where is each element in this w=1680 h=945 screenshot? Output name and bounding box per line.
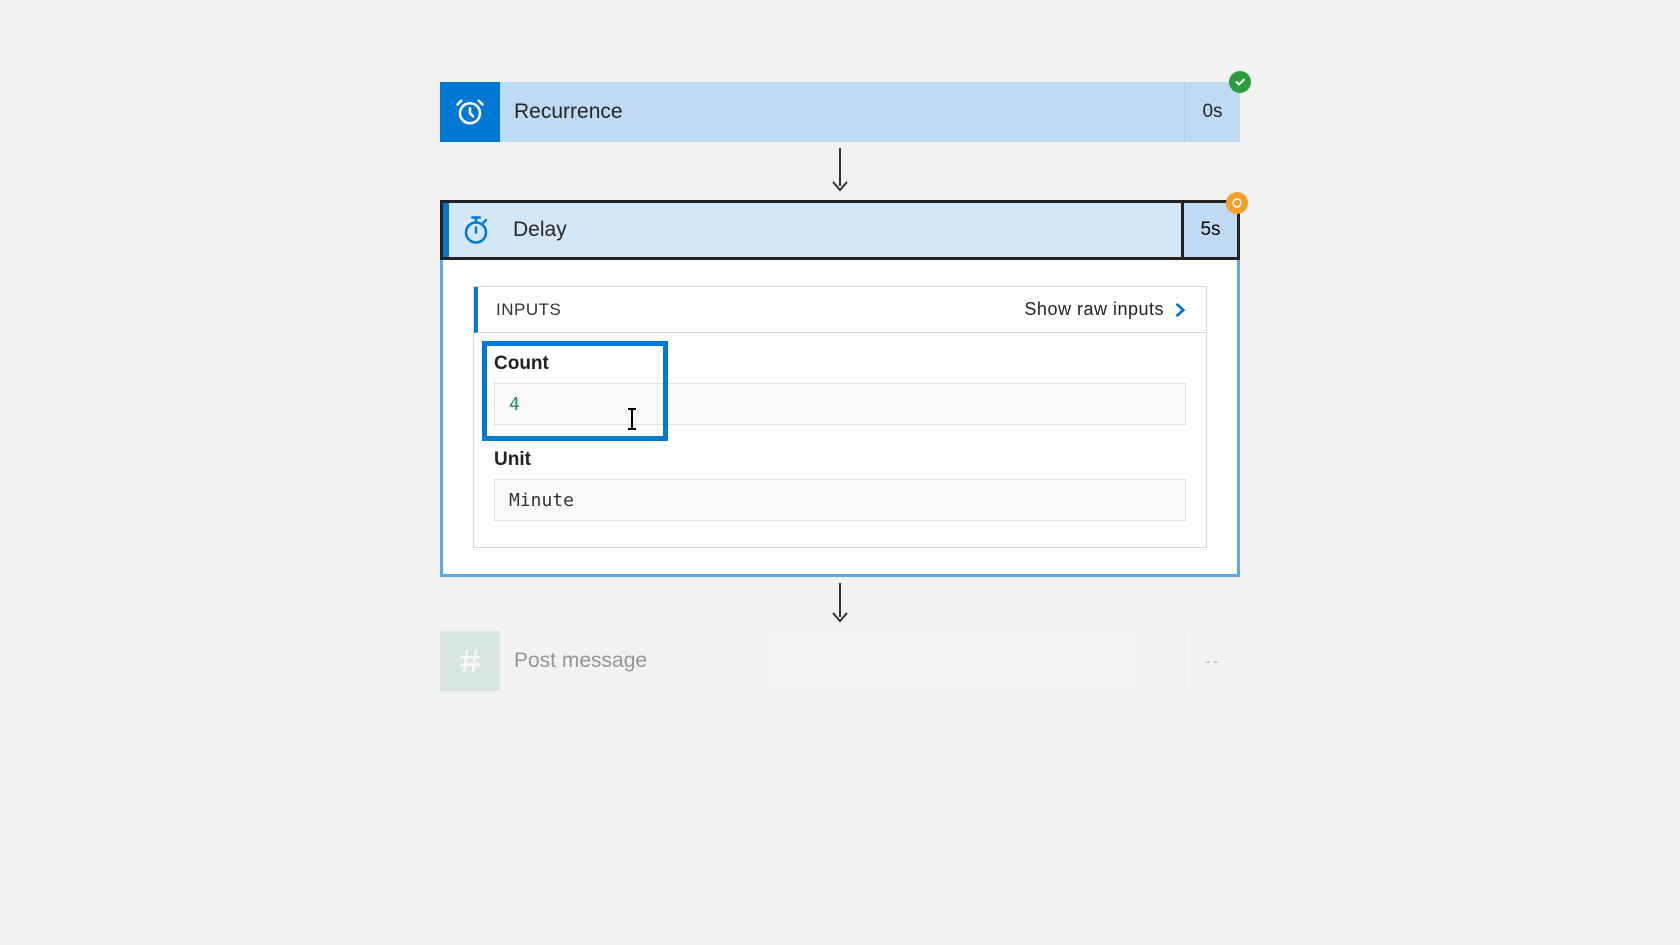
recurrence-duration: 0s: [1184, 82, 1240, 142]
delay-header[interactable]: Delay 5s: [440, 200, 1240, 260]
delay-card[interactable]: Delay 5s INPUTS Show raw inputs Count 4: [440, 200, 1240, 577]
show-raw-inputs-button[interactable]: Show raw inputs: [1024, 299, 1188, 320]
unit-label: Unit: [494, 449, 1186, 471]
post-message-title: Post message: [500, 631, 1184, 691]
delay-icon-box: [449, 203, 503, 257]
recurrence-card[interactable]: Recurrence 0s: [440, 82, 1240, 142]
post-message-duration: --: [1184, 631, 1240, 691]
count-field-group: Count 4: [494, 353, 1186, 425]
hash-icon: [455, 646, 485, 676]
count-label: Count: [494, 353, 1186, 375]
inputs-header: INPUTS Show raw inputs: [474, 287, 1206, 333]
chevron-right-icon: [1172, 300, 1188, 320]
inputs-panel: INPUTS Show raw inputs Count 4: [473, 286, 1207, 548]
stopwatch-icon: [461, 215, 491, 245]
status-success-icon: [1229, 71, 1251, 93]
recurrence-title: Recurrence: [500, 82, 1184, 142]
post-message-header[interactable]: Post message --: [440, 631, 1240, 691]
recurrence-header[interactable]: Recurrence 0s: [440, 82, 1240, 142]
unit-value[interactable]: Minute: [494, 479, 1186, 521]
delay-title: Delay: [503, 203, 1181, 257]
flow-arrow: [828, 142, 852, 200]
post-message-card[interactable]: Post message --: [440, 631, 1240, 691]
inputs-content: Count 4 Unit Minute: [474, 333, 1206, 547]
clock-alarm-icon: [455, 97, 485, 127]
inputs-heading: INPUTS: [496, 300, 561, 320]
post-message-icon-box: [440, 631, 500, 691]
show-raw-label: Show raw inputs: [1024, 299, 1164, 320]
flow-arrow: [828, 577, 852, 631]
count-value[interactable]: 4: [494, 383, 1186, 425]
status-running-icon: [1226, 192, 1248, 214]
delay-body: INPUTS Show raw inputs Count 4: [443, 260, 1237, 574]
recurrence-icon-box: [440, 82, 500, 142]
unit-field-group: Unit Minute: [494, 449, 1186, 521]
